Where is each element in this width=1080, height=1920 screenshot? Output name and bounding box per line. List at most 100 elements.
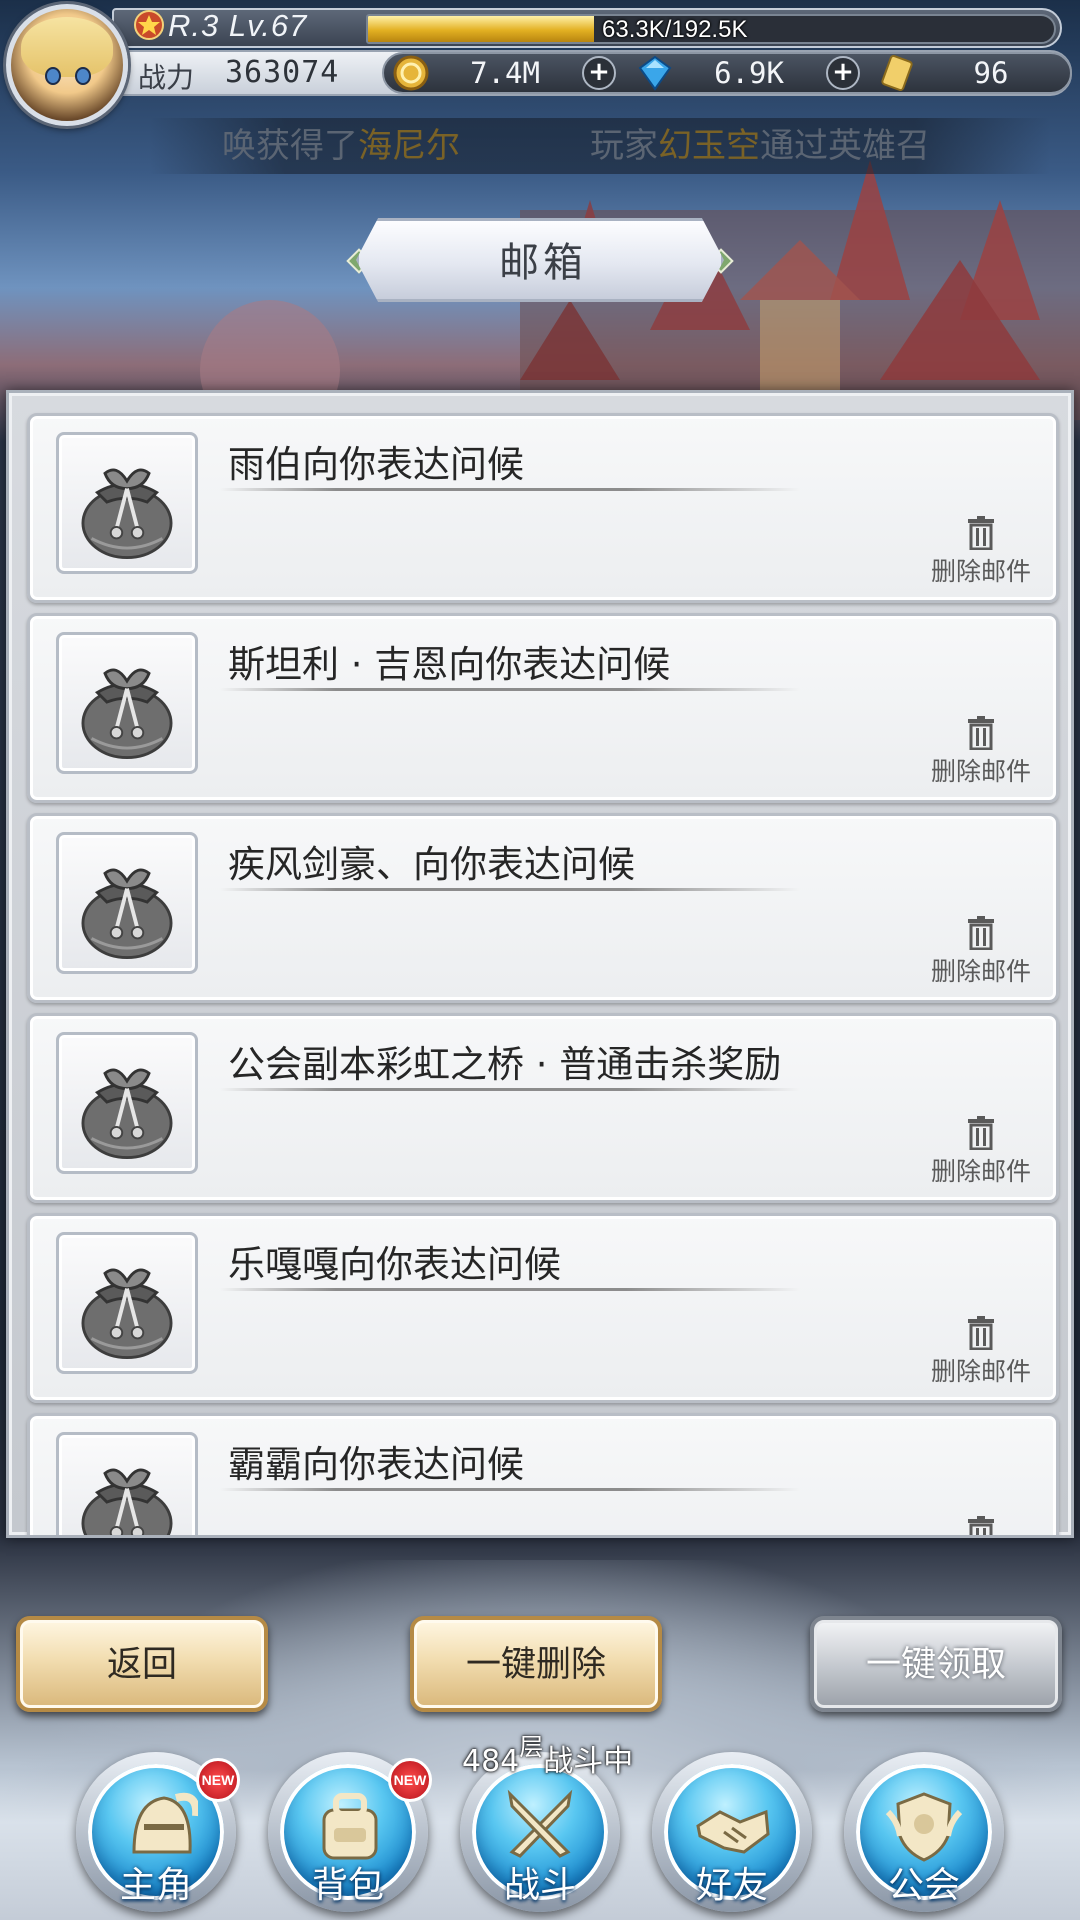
delete-mail-label: 删除邮件 bbox=[930, 1157, 1031, 1186]
mail-divider bbox=[220, 1088, 800, 1091]
gift-bag-icon bbox=[81, 1068, 173, 1160]
new-badge: NEW bbox=[388, 1758, 432, 1802]
handshake-icon bbox=[696, 1809, 770, 1854]
marquee-text-3: 通过英雄召 bbox=[760, 126, 930, 166]
page-title: 邮箱 bbox=[499, 240, 587, 286]
marquee-text-1: 唤获得了 bbox=[222, 126, 358, 166]
avatar-eye-left bbox=[45, 67, 61, 85]
delete-mail-button[interactable]: 删除邮件 bbox=[926, 1116, 1036, 1188]
mail-item[interactable]: 乐嘎嘎向你表达问候 删除邮件 bbox=[27, 1213, 1059, 1403]
mail-title: 公会副本彩虹之桥 · 普通击杀奖励 bbox=[228, 1043, 782, 1086]
add-diamond-button[interactable]: + bbox=[826, 56, 860, 90]
battle-floor: 484 bbox=[462, 1744, 520, 1779]
delete-mail-button[interactable]: 删除邮件 bbox=[926, 716, 1036, 788]
mail-item[interactable]: 雨伯向你表达问候 删除邮件 bbox=[27, 413, 1059, 603]
marquee-text-2: 玩家 bbox=[590, 126, 658, 166]
mail-title: 疾风剑豪、向你表达问候 bbox=[228, 843, 635, 886]
trash-icon bbox=[968, 1516, 994, 1535]
crossed-swords-icon bbox=[507, 1789, 573, 1858]
nav-label: 好友 bbox=[695, 1865, 768, 1906]
top-hud: R.3 Lv.67 63.3K/192.5K 战力 363074 7.4M + … bbox=[0, 0, 1080, 130]
mail-title: 霸霸向你表达问候 bbox=[228, 1443, 524, 1486]
exp-bar: 63.3K/192.5K bbox=[366, 14, 1056, 44]
broadcast-marquee: 唤获得了海尼尔 玩家幻玉空通过英雄召 bbox=[150, 118, 1050, 174]
nav-item-handshake[interactable]: 好友 bbox=[652, 1752, 812, 1912]
mail-divider bbox=[220, 888, 800, 891]
nav-item-guild-crest[interactable]: 公会 bbox=[844, 1752, 1004, 1912]
battle-status: 484层战斗中 bbox=[462, 1733, 634, 1780]
mail-item[interactable]: 霸霸向你表达问候 删除邮件 bbox=[27, 1413, 1059, 1535]
mail-title: 乐嘎嘎向你表达问候 bbox=[228, 1243, 561, 1286]
battle-floor-unit: 层 bbox=[519, 1733, 544, 1761]
guild-crest-icon bbox=[885, 1792, 963, 1862]
backpack-icon bbox=[322, 1793, 378, 1860]
nav-label: 公会 bbox=[887, 1865, 960, 1906]
trash-icon bbox=[968, 916, 994, 950]
marquee-hero-name: 海尼尔 bbox=[358, 126, 460, 166]
mail-item[interactable]: 斯坦利 · 吉恩向你表达问候 删除邮件 bbox=[27, 613, 1059, 803]
player-avatar[interactable] bbox=[6, 4, 128, 126]
power-value: 363074 bbox=[225, 55, 340, 90]
battle-state: 战斗中 bbox=[543, 1744, 634, 1779]
resource-diamond: 6.9K bbox=[636, 52, 824, 94]
nav-label: 主角 bbox=[119, 1865, 192, 1906]
gift-bag-icon bbox=[81, 1468, 173, 1535]
marquee-player-name: 幻玉空 bbox=[658, 126, 760, 166]
gift-bag-icon bbox=[81, 1268, 173, 1360]
gold-ticket-icon bbox=[881, 54, 913, 92]
trash-icon bbox=[968, 1116, 994, 1150]
delete-mail-label: 删除邮件 bbox=[930, 1357, 1031, 1386]
exp-text: 63.3K/192.5K bbox=[602, 16, 748, 43]
avatar-hair bbox=[21, 17, 113, 77]
add-gold-button[interactable]: + bbox=[582, 56, 616, 90]
avatar-eye-right bbox=[75, 67, 91, 85]
mail-divider bbox=[220, 1488, 800, 1491]
new-badge: NEW bbox=[196, 1758, 240, 1802]
mail-attachment-thumb bbox=[56, 832, 198, 974]
rank-level: R.3 Lv.67 bbox=[168, 8, 308, 43]
resource-gold: 7.4M bbox=[392, 52, 580, 94]
mail-attachment-thumb bbox=[56, 1432, 198, 1535]
delete-mail-label: 删除邮件 bbox=[930, 957, 1031, 986]
mail-divider bbox=[220, 1288, 800, 1291]
blue-diamond-icon bbox=[638, 55, 672, 91]
mail-attachment-thumb bbox=[56, 632, 198, 774]
gift-bag-icon bbox=[81, 468, 173, 560]
diamond-value: 6.9K bbox=[714, 56, 784, 90]
mail-panel: 雨伯向你表达问候 删除邮件 斯坦利 · 吉恩向你表达问候 删除邮件 疾风剑豪、向… bbox=[6, 390, 1074, 1538]
mail-divider bbox=[220, 488, 800, 491]
rank-star-icon bbox=[134, 10, 164, 40]
trash-icon bbox=[968, 1316, 994, 1350]
claim-all-button[interactable]: 一键领取 bbox=[810, 1616, 1062, 1712]
mail-attachment-thumb bbox=[56, 1032, 198, 1174]
knight-helmet-icon bbox=[132, 1792, 198, 1854]
delete-mail-button[interactable]: 删除邮件 bbox=[926, 516, 1036, 588]
ticket-value: 96 bbox=[973, 56, 1009, 90]
gift-bag-icon bbox=[81, 868, 173, 960]
gold-value: 7.4M bbox=[470, 56, 540, 90]
mailbox-title-plate: 邮箱 bbox=[356, 218, 724, 302]
delete-mail-label: 删除邮件 bbox=[930, 757, 1031, 786]
mail-attachment-thumb bbox=[56, 1232, 198, 1374]
trash-icon bbox=[968, 716, 994, 750]
mail-title: 斯坦利 · 吉恩向你表达问候 bbox=[228, 643, 671, 686]
mail-item[interactable]: 公会副本彩虹之桥 · 普通击杀奖励 删除邮件 bbox=[27, 1013, 1059, 1203]
nav-label: 背包 bbox=[311, 1865, 384, 1906]
back-button[interactable]: 返回 bbox=[16, 1616, 268, 1712]
resource-ticket: 96 bbox=[878, 52, 1066, 94]
gold-coin-icon bbox=[393, 55, 429, 91]
power-label: 战力 bbox=[138, 61, 195, 94]
mail-divider bbox=[220, 688, 800, 691]
exp-bar-fill bbox=[368, 16, 594, 42]
delete-mail-label: 删除邮件 bbox=[930, 557, 1031, 586]
mail-title: 雨伯向你表达问候 bbox=[228, 443, 524, 486]
trash-icon bbox=[968, 516, 994, 550]
delete-mail-button[interactable]: 删除邮件 bbox=[926, 1316, 1036, 1388]
mail-item[interactable]: 疾风剑豪、向你表达问候 删除邮件 bbox=[27, 813, 1059, 1003]
delete-all-button[interactable]: 一键删除 bbox=[410, 1616, 662, 1712]
delete-mail-button[interactable]: 删除邮件 bbox=[926, 1516, 1036, 1535]
mail-attachment-thumb bbox=[56, 432, 198, 574]
nav-label: 战斗 bbox=[503, 1865, 576, 1906]
gift-bag-icon bbox=[81, 668, 173, 760]
delete-mail-button[interactable]: 删除邮件 bbox=[926, 916, 1036, 988]
